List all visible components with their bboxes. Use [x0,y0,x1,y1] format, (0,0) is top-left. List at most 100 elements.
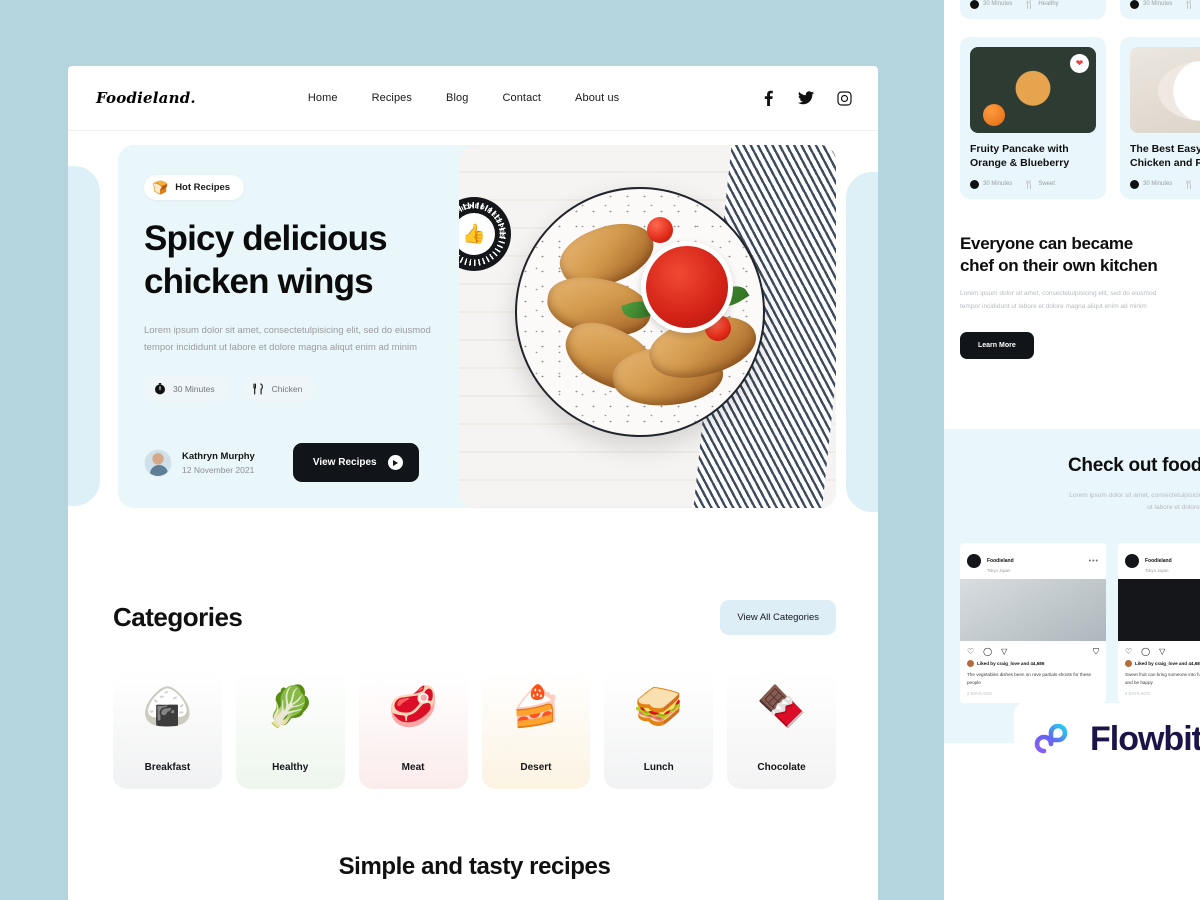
main-preview-page: Foodieland. Home Recipes Blog Contact Ab… [68,66,878,900]
recipe-category: 🍴 [1184,0,1194,9]
leafy-green-icon: 🥬 [265,685,316,729]
clock-icon [970,179,979,189]
flowbite-wordmark: Flowbite [1090,719,1200,758]
recipe-title: The Best Easy One Pot Chicken and Rice [1130,142,1200,170]
stamp-arc-text: HANDPICKED RECIPES [459,203,505,239]
instagram-icon[interactable] [836,90,852,106]
play-icon [387,455,403,470]
view-all-categories-button[interactable]: View All Categories [720,600,836,635]
recipe-meta: 30 Minutes 🍴 Sweet [970,179,1096,189]
chef-heading: Everyone can became chef on their own ki… [960,233,1175,277]
social-links [760,90,852,106]
category-card-desert[interactable]: 🍰 Desert [481,671,591,789]
hero-card: 🍞 Hot Recipes Spicy delicious chicken wi… [118,145,836,508]
share-icon[interactable]: ▽ [1159,647,1165,657]
hero-tag-category: Chicken [242,376,317,402]
svg-text:HANDPICKED RECIPES: HANDPICKED RECIPES [459,203,505,239]
cutlery-icon: 🍴 [1024,0,1035,9]
handpicked-recipes-stamp: HANDPICKED RECIPES 👍 [459,197,511,271]
liker-avatar [1125,660,1132,668]
hero-content: 🍞 Hot Recipes Spicy delicious chicken wi… [118,145,459,508]
like-icon[interactable]: ♡ [1125,647,1132,657]
like-icon[interactable]: ♡ [967,647,974,657]
recipe-meta: 30 Minutes 🍴 [1130,179,1200,189]
category-card-lunch[interactable]: 🥪 Lunch [604,671,714,789]
nav-item-home[interactable]: Home [308,92,338,104]
instagram-caption: The vegetables dishes been on rave parti… [967,672,1092,685]
recipe-thumbnail [1130,46,1200,133]
facebook-icon[interactable] [760,90,776,106]
category-card-meat[interactable]: 🥩 Meat [358,671,468,789]
cake-slice-icon: 🍰 [511,685,561,729]
liker-avatar [967,660,974,668]
instagram-post[interactable]: Foodieland Tokyo Japan ••• ♡ ◯ ▽ ⛉ [960,543,1106,704]
decorative-blob-right [846,172,878,512]
instagram-timestamp: 2 DAYS AGO [967,691,992,697]
cherry-tomato [647,217,673,243]
instagram-post-body: Liked by craig_love and 44,686 Sweet fru… [1118,660,1200,703]
instagram-posts: Foodieland Tokyo Japan ••• ♡ ◯ ▽ ⛉ Liked… [960,543,1200,704]
instagram-likes: Liked by craig_love and 44,686 [1125,660,1200,668]
comment-icon[interactable]: ◯ [1141,647,1150,657]
chocolate-bar-icon: 🍫 [756,685,807,729]
share-icon[interactable]: ▽ [1001,647,1007,657]
nav-item-recipes[interactable]: Recipes [372,92,412,104]
recipe-time: 30 Minutes [970,0,1012,9]
view-recipes-label: View Recipes [312,457,377,468]
instagram-post-image [960,579,1106,642]
clock-icon [153,382,166,395]
screenshot-stage: Foodieland. Home Recipes Blog Contact Ab… [0,0,1200,900]
category-card-chocolate[interactable]: 🍫 Chocolate [727,671,836,789]
category-label: Chocolate [757,762,806,773]
comment-icon[interactable]: ◯ [983,647,992,657]
category-card-breakfast[interactable]: 🍙 Breakfast [113,671,222,789]
stamp-text: HANDPICKED RECIPES [459,203,504,239]
sauce-bowl [641,241,733,333]
hero-photo: HANDPICKED RECIPES 👍 [459,145,836,508]
brand-logo[interactable]: Foodieland. [96,89,196,107]
recipe-category: 🍴 Sweet [1024,179,1056,189]
more-options-icon[interactable]: ••• [1089,558,1099,565]
category-card-healthy[interactable]: 🥬 Healthy [235,671,345,789]
categories-header: Categories View All Categories [113,600,836,635]
learn-more-button[interactable]: Learn More [960,331,1034,359]
cutlery-icon: 🍴 [1184,0,1195,9]
nav-item-contact[interactable]: Contact [502,92,541,104]
chili-sauce [646,246,728,328]
instagram-paragraph: Lorem ipsum dolor sit amet, consectetuip… [1069,491,1200,512]
avatar [1125,554,1139,569]
view-recipes-button[interactable]: View Recipes [292,443,419,482]
nav-item-about-us[interactable]: About us [575,92,619,104]
instagram-post[interactable]: Foodieland Tokyo Japan ••• ♡ ◯ ▽ ⛉ [1118,543,1200,704]
recipe-card-row-bottom: ❤ Fruity Pancake with Orange & Blueberry… [944,36,1200,199]
recipe-time: 30 Minutes [1130,179,1172,189]
hero-author: Kathryn Murphy 12 November 2021 [144,448,255,477]
instagram-heading: Check out foodieland on Instagram [1068,454,1200,476]
twitter-icon[interactable] [798,90,814,106]
avatar [967,554,981,569]
recipe-card[interactable]: The Best Easy One Pot Chicken and Rice 3… [1120,36,1200,199]
recipe-category: 🍴 [1184,180,1194,189]
recipe-card[interactable]: Fresh and healthy mixed mayonaise salad … [960,0,1106,19]
recipe-card[interactable]: ❤ Fruity Pancake with Orange & Blueberry… [960,36,1106,199]
category-label: Lunch [643,762,674,773]
instagram-post-header: Foodieland Tokyo Japan ••• [960,543,1106,579]
recipe-title: Fruity Pancake with Orange & Blueberry [970,142,1070,170]
instagram-actions: ♡ ◯ ▽ ⛉ [1118,641,1200,660]
chef-section: Everyone can became chef on their own ki… [944,233,1200,359]
hero-tag-time: 30 Minutes [144,376,229,402]
chef-heading-line-1: Everyone can became [960,233,1133,253]
flowbite-watermark: Flowbite [1014,703,1200,775]
recipe-meta: 30 Minutes 🍴 Healthy [970,0,1096,9]
hero-tag-time-label: 30 Minutes [173,383,215,394]
speckled-plate [515,187,765,437]
recipe-card[interactable]: Chicken Meatball with Cheese Inside 30 M… [1120,0,1200,19]
bookmark-icon[interactable]: ⛉ [1093,647,1099,657]
clock-icon [970,0,979,9]
category-label: Breakfast [144,762,191,773]
rice-ball-icon: 🍙 [142,685,193,729]
hot-recipes-label: Hot Recipes [175,182,231,193]
heart-icon[interactable]: ❤ [1070,53,1089,73]
categories-grid: 🍙 Breakfast 🥬 Healthy 🥩 Meat 🍰 Desert 🥪 [113,671,836,789]
nav-item-blog[interactable]: Blog [446,92,468,104]
